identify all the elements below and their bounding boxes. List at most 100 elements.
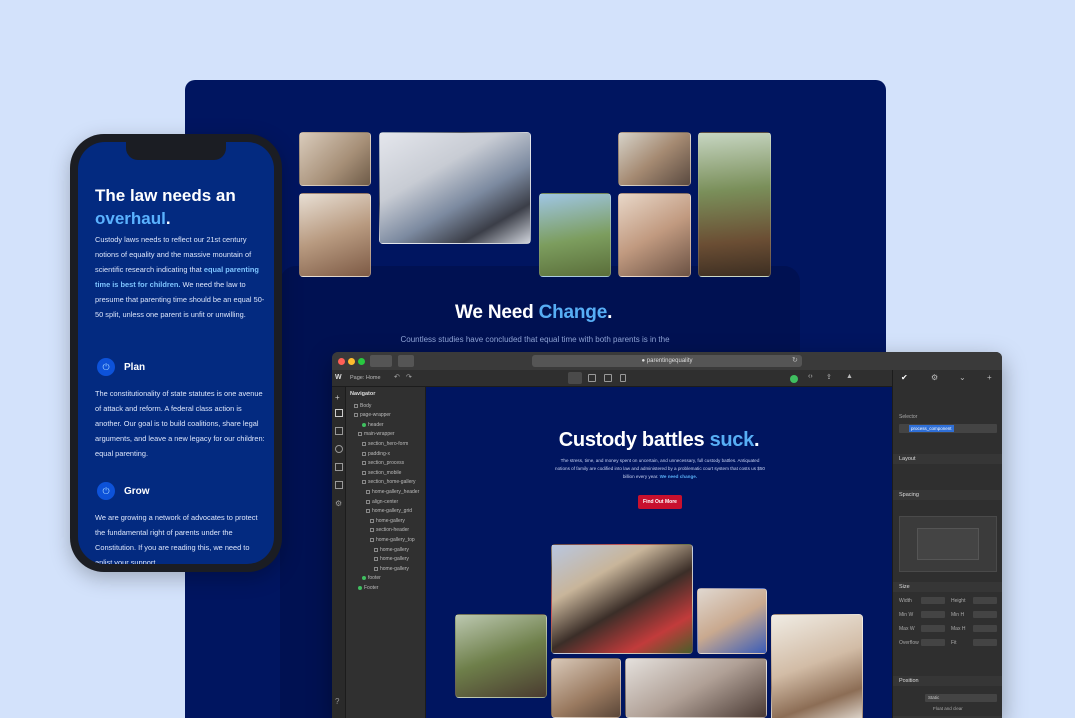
navigator-item-label: main-wrapper: [364, 431, 395, 438]
navigator-item[interactable]: home-gallery: [374, 564, 409, 573]
plan-icon: ⏻: [97, 358, 115, 376]
refresh-icon[interactable]: ↻: [792, 357, 798, 365]
size-field-label: Fit: [951, 640, 957, 646]
canvas-heading: Custody battles suck.: [558, 429, 760, 451]
address-bar[interactable]: ● parentingequality: [532, 355, 802, 367]
navigator-item[interactable]: section_home-gallery: [362, 478, 416, 487]
navigator-item-label: align-center: [372, 498, 399, 505]
page-selector[interactable]: Page: Home: [350, 375, 381, 381]
assets-icon[interactable]: [335, 463, 343, 471]
redo-icon[interactable]: ↷: [406, 373, 412, 381]
grow-icon: ⏻: [97, 482, 115, 500]
phone-screen: The law needs an overhaul. Custody laws …: [78, 142, 274, 564]
navigator-item[interactable]: padding-x: [362, 449, 390, 458]
canvas-photo-1: [455, 614, 547, 698]
close-window-button[interactable]: [338, 358, 345, 365]
spacing-inner-box[interactable]: [917, 528, 979, 560]
back-forward-buttons[interactable]: [370, 355, 392, 367]
float-clear-toggle[interactable]: Float and clear: [933, 706, 963, 711]
interactions-tab-icon[interactable]: ⌄: [959, 373, 966, 382]
navigator-item[interactable]: home-gallery_grid: [366, 507, 412, 516]
navigator-item[interactable]: home-gallery_top: [370, 535, 415, 544]
gallery-photo-7: [698, 132, 771, 277]
navigator-item[interactable]: Footer: [358, 583, 378, 592]
phone-title: The law needs an overhaul.: [95, 186, 236, 228]
navigator-item[interactable]: home-gallery: [370, 516, 405, 525]
size-field-input[interactable]: [921, 639, 945, 646]
element-icon: [354, 413, 358, 418]
navigator-item[interactable]: footer: [362, 574, 381, 583]
navigator-item[interactable]: section-header: [370, 526, 409, 535]
gallery-photo-1: [299, 132, 371, 186]
navigator-item[interactable]: main-wrapper: [358, 430, 395, 439]
size-field-input[interactable]: [973, 597, 997, 604]
more-tab-icon[interactable]: +: [987, 373, 992, 382]
size-field-input[interactable]: [921, 625, 945, 632]
pages-icon[interactable]: [335, 427, 343, 435]
sidebar-toggle-icon[interactable]: [398, 355, 414, 367]
cms-icon[interactable]: [335, 445, 343, 453]
find-out-more-button[interactable]: Find Out More: [638, 495, 682, 509]
settings-gear-icon[interactable]: ⚙: [335, 499, 342, 508]
position-select[interactable]: Static: [925, 694, 997, 702]
style-tab-brush-icon[interactable]: ✔: [901, 373, 908, 382]
size-field-input[interactable]: [973, 639, 997, 646]
element-icon: [358, 432, 362, 437]
element-icon: [362, 451, 366, 456]
settings-tab-gear-icon[interactable]: ⚙: [931, 373, 938, 382]
navigator-item[interactable]: section_process: [362, 459, 404, 468]
selector-tag[interactable]: process_component: [909, 425, 954, 432]
navigator-item-label: page-wrapper: [360, 412, 391, 419]
navigator-item-label: section_process: [368, 460, 405, 467]
undo-icon[interactable]: ↶: [394, 373, 400, 381]
share-icon[interactable]: ⇪: [826, 373, 832, 381]
warning-icon[interactable]: ▲: [846, 373, 853, 380]
help-icon[interactable]: ?: [335, 697, 339, 706]
gallery-photo-3: [379, 132, 531, 244]
size-field-input[interactable]: [973, 625, 997, 632]
navigator-icon[interactable]: [335, 409, 343, 417]
add-elements-icon[interactable]: +: [335, 393, 340, 402]
plan-text: The constitutionality of state statutes …: [95, 389, 265, 458]
gallery-photo-6: [618, 193, 691, 277]
navigator-item-label: section_home-gallery: [368, 479, 416, 486]
ecommerce-icon[interactable]: [335, 481, 343, 489]
size-field-input[interactable]: [921, 611, 945, 618]
style-section-header[interactable]: Spacing: [893, 490, 1002, 500]
desktop-view-icon[interactable]: [568, 372, 582, 384]
code-icon[interactable]: ‹›: [808, 373, 813, 380]
style-section-header[interactable]: Position: [893, 676, 1002, 686]
maximize-window-button[interactable]: [358, 358, 365, 365]
size-field-label: Width: [899, 598, 912, 604]
style-section-header[interactable]: Size: [893, 582, 1002, 592]
minimize-window-button[interactable]: [348, 358, 355, 365]
element-icon: [362, 576, 366, 581]
publish-status-icon[interactable]: [790, 375, 798, 383]
element-icon: [362, 441, 366, 446]
selector-field[interactable]: process_component: [899, 424, 997, 433]
designer-toolbar: W Page: Home ↶ ↷ ‹› ⇪ ▲: [332, 370, 892, 387]
navigator-item[interactable]: section_mobile: [362, 468, 401, 477]
mobile-portrait-icon[interactable]: [620, 374, 626, 382]
navigator-item[interactable]: header: [362, 420, 384, 429]
canvas-photo-4: [771, 614, 863, 718]
navigator-item[interactable]: section_hero-form: [362, 439, 408, 448]
size-field-input[interactable]: [973, 611, 997, 618]
designer-canvas[interactable]: Custody battles suck. The stress, time, …: [426, 387, 892, 718]
navigator-item[interactable]: home-gallery: [374, 555, 409, 564]
size-field-input[interactable]: [921, 597, 945, 604]
size-field-label: Height: [951, 598, 966, 604]
element-icon: [362, 422, 366, 427]
navigator-item[interactable]: home-gallery: [374, 545, 409, 554]
webflow-logo-icon[interactable]: W: [335, 374, 342, 381]
navigator-item[interactable]: home-gallery_header: [366, 487, 419, 496]
style-section-header[interactable]: Layout: [893, 454, 1002, 464]
navigator-item-label: section-header: [376, 527, 410, 534]
tablet-view-icon[interactable]: [588, 374, 596, 382]
navigator-item[interactable]: Body: [354, 401, 371, 410]
site-subtext: Countless studies have concluded that eq…: [400, 335, 670, 344]
navigator-item[interactable]: align-center: [366, 497, 398, 506]
canvas-paragraph: The stress, time, and money spent on unc…: [555, 458, 765, 479]
mobile-landscape-icon[interactable]: [604, 374, 612, 382]
navigator-item[interactable]: page-wrapper: [354, 411, 391, 420]
